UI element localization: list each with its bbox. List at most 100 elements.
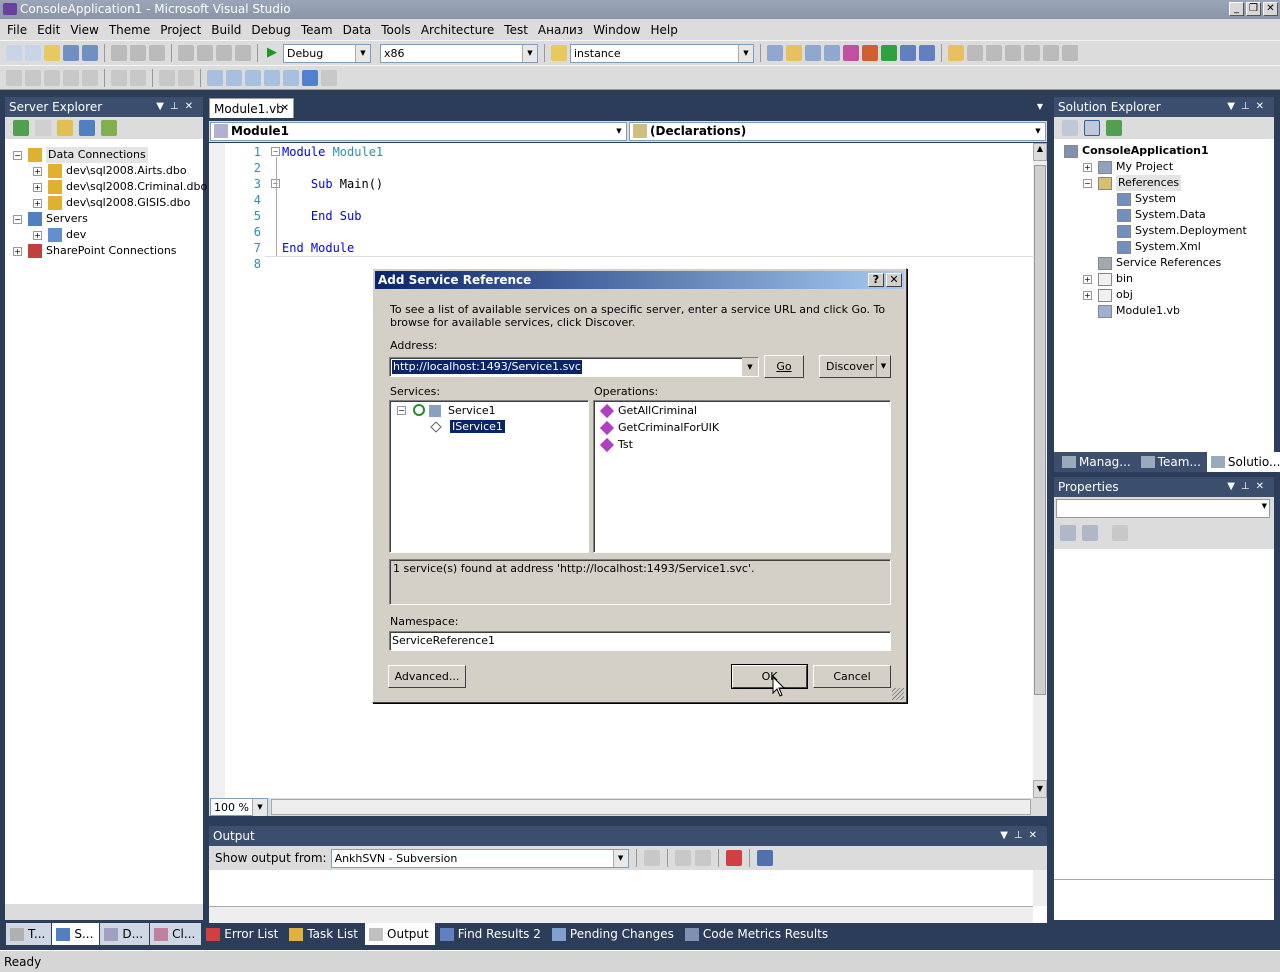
sort-alphabetical-icon[interactable]	[1082, 525, 1098, 541]
tab-task-list[interactable]: Task List	[285, 923, 365, 945]
tab-pending-changes[interactable]: Pending Changes	[547, 923, 680, 945]
solution-item[interactable]: System.Deployment	[1102, 223, 1247, 239]
properties-icon[interactable]	[1062, 120, 1078, 136]
ok-button[interactable]: OK	[731, 664, 808, 689]
help-button[interactable]: ?	[868, 273, 884, 287]
connect-database-icon[interactable]	[57, 120, 73, 136]
revert-icon[interactable]	[1024, 45, 1040, 61]
close-icon[interactable]: ✕	[185, 101, 199, 112]
server-explorer-item[interactable]: + dev\sql2008.GISIS.dbo	[33, 195, 190, 211]
parameter-info-icon[interactable]	[25, 69, 41, 86]
save-icon[interactable]	[63, 45, 79, 61]
output-vertical-scrollbar[interactable]	[1033, 870, 1047, 906]
tab-t-[interactable]: T...	[6, 923, 52, 945]
services-tree[interactable]: − Service1 IService1	[389, 400, 589, 553]
pane-tab[interactable]: Team...	[1137, 452, 1205, 472]
chevron-down-icon[interactable]: ▼	[742, 358, 758, 376]
categorized-icon[interactable]	[1060, 525, 1076, 541]
operations-list[interactable]: GetAllCriminal GetCriminalForUIK Tst	[593, 400, 891, 553]
expand-icon[interactable]: +	[33, 182, 42, 192]
code-line[interactable]: 3− Sub Main()	[209, 176, 1033, 192]
clear-bookmarks-icon[interactable]	[321, 69, 337, 86]
output-horizontal-scrollbar[interactable]	[209, 906, 1033, 923]
menu-file[interactable]: File	[2, 23, 32, 37]
prev-bookmark-folder-icon[interactable]	[264, 69, 280, 86]
add-item-icon[interactable]	[25, 45, 41, 61]
operation-item[interactable]: GetCriminalForUIK	[599, 420, 719, 436]
code-line[interactable]: 2	[209, 160, 1033, 176]
tab-find-results-2[interactable]: Find Results 2	[435, 923, 547, 945]
pin-icon[interactable]: ⊥	[1014, 830, 1029, 841]
pane-menu-icon[interactable]: ▼	[1227, 481, 1241, 492]
stop-icon[interactable]	[35, 120, 51, 136]
tab-cl-[interactable]: Cl...	[150, 923, 202, 945]
collapse-icon[interactable]: −	[13, 214, 22, 224]
scroll-up-icon[interactable]: ▲	[1033, 143, 1047, 161]
expand-icon[interactable]: +	[13, 246, 22, 256]
tab-module1-vb[interactable]: Module1.vb ✕	[209, 98, 294, 118]
pane-menu-icon[interactable]: ▼	[1227, 101, 1241, 112]
solution-item[interactable]: + bin	[1083, 271, 1133, 287]
expand-icon[interactable]: +	[1083, 274, 1092, 284]
navigate-back-icon[interactable]	[216, 45, 232, 61]
solution-item[interactable]: ConsoleApplication1	[1064, 143, 1209, 159]
expand-icon[interactable]: +	[33, 166, 42, 176]
refresh-icon[interactable]	[1106, 120, 1122, 136]
chevron-down-icon[interactable]: ▼	[1037, 102, 1043, 111]
pin-icon[interactable]: ⊥	[1241, 481, 1256, 492]
cancel-button[interactable]: Cancel	[813, 665, 891, 688]
prev-bookmark-icon[interactable]	[226, 69, 242, 86]
next-bookmark-icon[interactable]	[245, 69, 261, 86]
connect-server-icon[interactable]	[79, 120, 95, 136]
solution-item[interactable]: + obj	[1083, 287, 1133, 303]
menu-team[interactable]: Team	[296, 23, 338, 37]
menu-test[interactable]: Test	[499, 23, 533, 37]
tab-s-[interactable]: S...	[52, 923, 100, 945]
close-tab-icon[interactable]: ✕	[281, 99, 289, 119]
operation-item[interactable]: Tst	[599, 437, 633, 453]
expand-icon[interactable]: +	[1083, 290, 1092, 300]
lock-icon[interactable]	[1005, 45, 1021, 61]
tab-output[interactable]: Output	[365, 923, 435, 945]
menu-theme[interactable]: Theme	[104, 23, 155, 37]
menu-window[interactable]: Window	[588, 23, 645, 37]
history-icon[interactable]	[1062, 45, 1078, 61]
next-bookmark-folder-icon[interactable]	[283, 69, 299, 86]
scroll-thumb[interactable]	[1034, 165, 1046, 695]
address-combo[interactable]: http://localhost:1493/Service1.svc ▼	[389, 357, 759, 377]
resize-grip-icon[interactable]	[892, 688, 904, 700]
go-button[interactable]: Go	[764, 355, 804, 378]
tab-code-metrics-results[interactable]: Code Metrics Results	[680, 923, 835, 945]
advanced-button[interactable]: Advanced...	[388, 665, 466, 688]
code-line[interactable]: 7 End Module	[209, 240, 1033, 256]
menu-architecture[interactable]: Architecture	[416, 23, 499, 37]
menu-project[interactable]: Project	[155, 23, 206, 37]
tab-d-[interactable]: D...	[100, 923, 150, 945]
compare-icon[interactable]	[1043, 45, 1059, 61]
vertical-scrollbar[interactable]: ▲ ▼	[1033, 143, 1047, 798]
expand-icon[interactable]: +	[33, 230, 42, 240]
menu-build[interactable]: Build	[206, 23, 246, 37]
close-button[interactable]: ✕	[1263, 2, 1278, 16]
object-browser-icon[interactable]	[805, 45, 821, 61]
undo-icon[interactable]	[178, 45, 194, 61]
pin-icon[interactable]: ⊥	[170, 101, 185, 112]
dialog-close-button[interactable]: ✕	[886, 273, 902, 287]
output-source-combo[interactable]: AnkhSVN - Subversion ▼	[330, 848, 629, 868]
collapse-icon[interactable]: −	[397, 406, 406, 415]
source-control-icon[interactable]	[948, 45, 964, 61]
menu-help[interactable]: Help	[646, 23, 683, 37]
tab-error-list[interactable]: Error List	[202, 923, 285, 945]
interface-node[interactable]: IService1	[449, 419, 506, 434]
pane-tab[interactable]: Solutio...	[1206, 452, 1280, 472]
connect-sharepoint-icon[interactable]	[101, 120, 117, 136]
collapse-icon[interactable]: −	[271, 147, 280, 156]
solution-item[interactable]: Module1.vb	[1083, 303, 1180, 319]
increase-indent-icon[interactable]	[130, 69, 146, 86]
copy-icon[interactable]	[130, 45, 146, 61]
server-explorer-item[interactable]: + dev	[33, 227, 86, 243]
menu-анализ[interactable]: Анализ	[533, 23, 588, 37]
bookmark-icon[interactable]	[207, 69, 223, 86]
show-all-files-icon[interactable]	[1084, 120, 1100, 136]
expand-icon[interactable]: +	[1083, 162, 1092, 172]
